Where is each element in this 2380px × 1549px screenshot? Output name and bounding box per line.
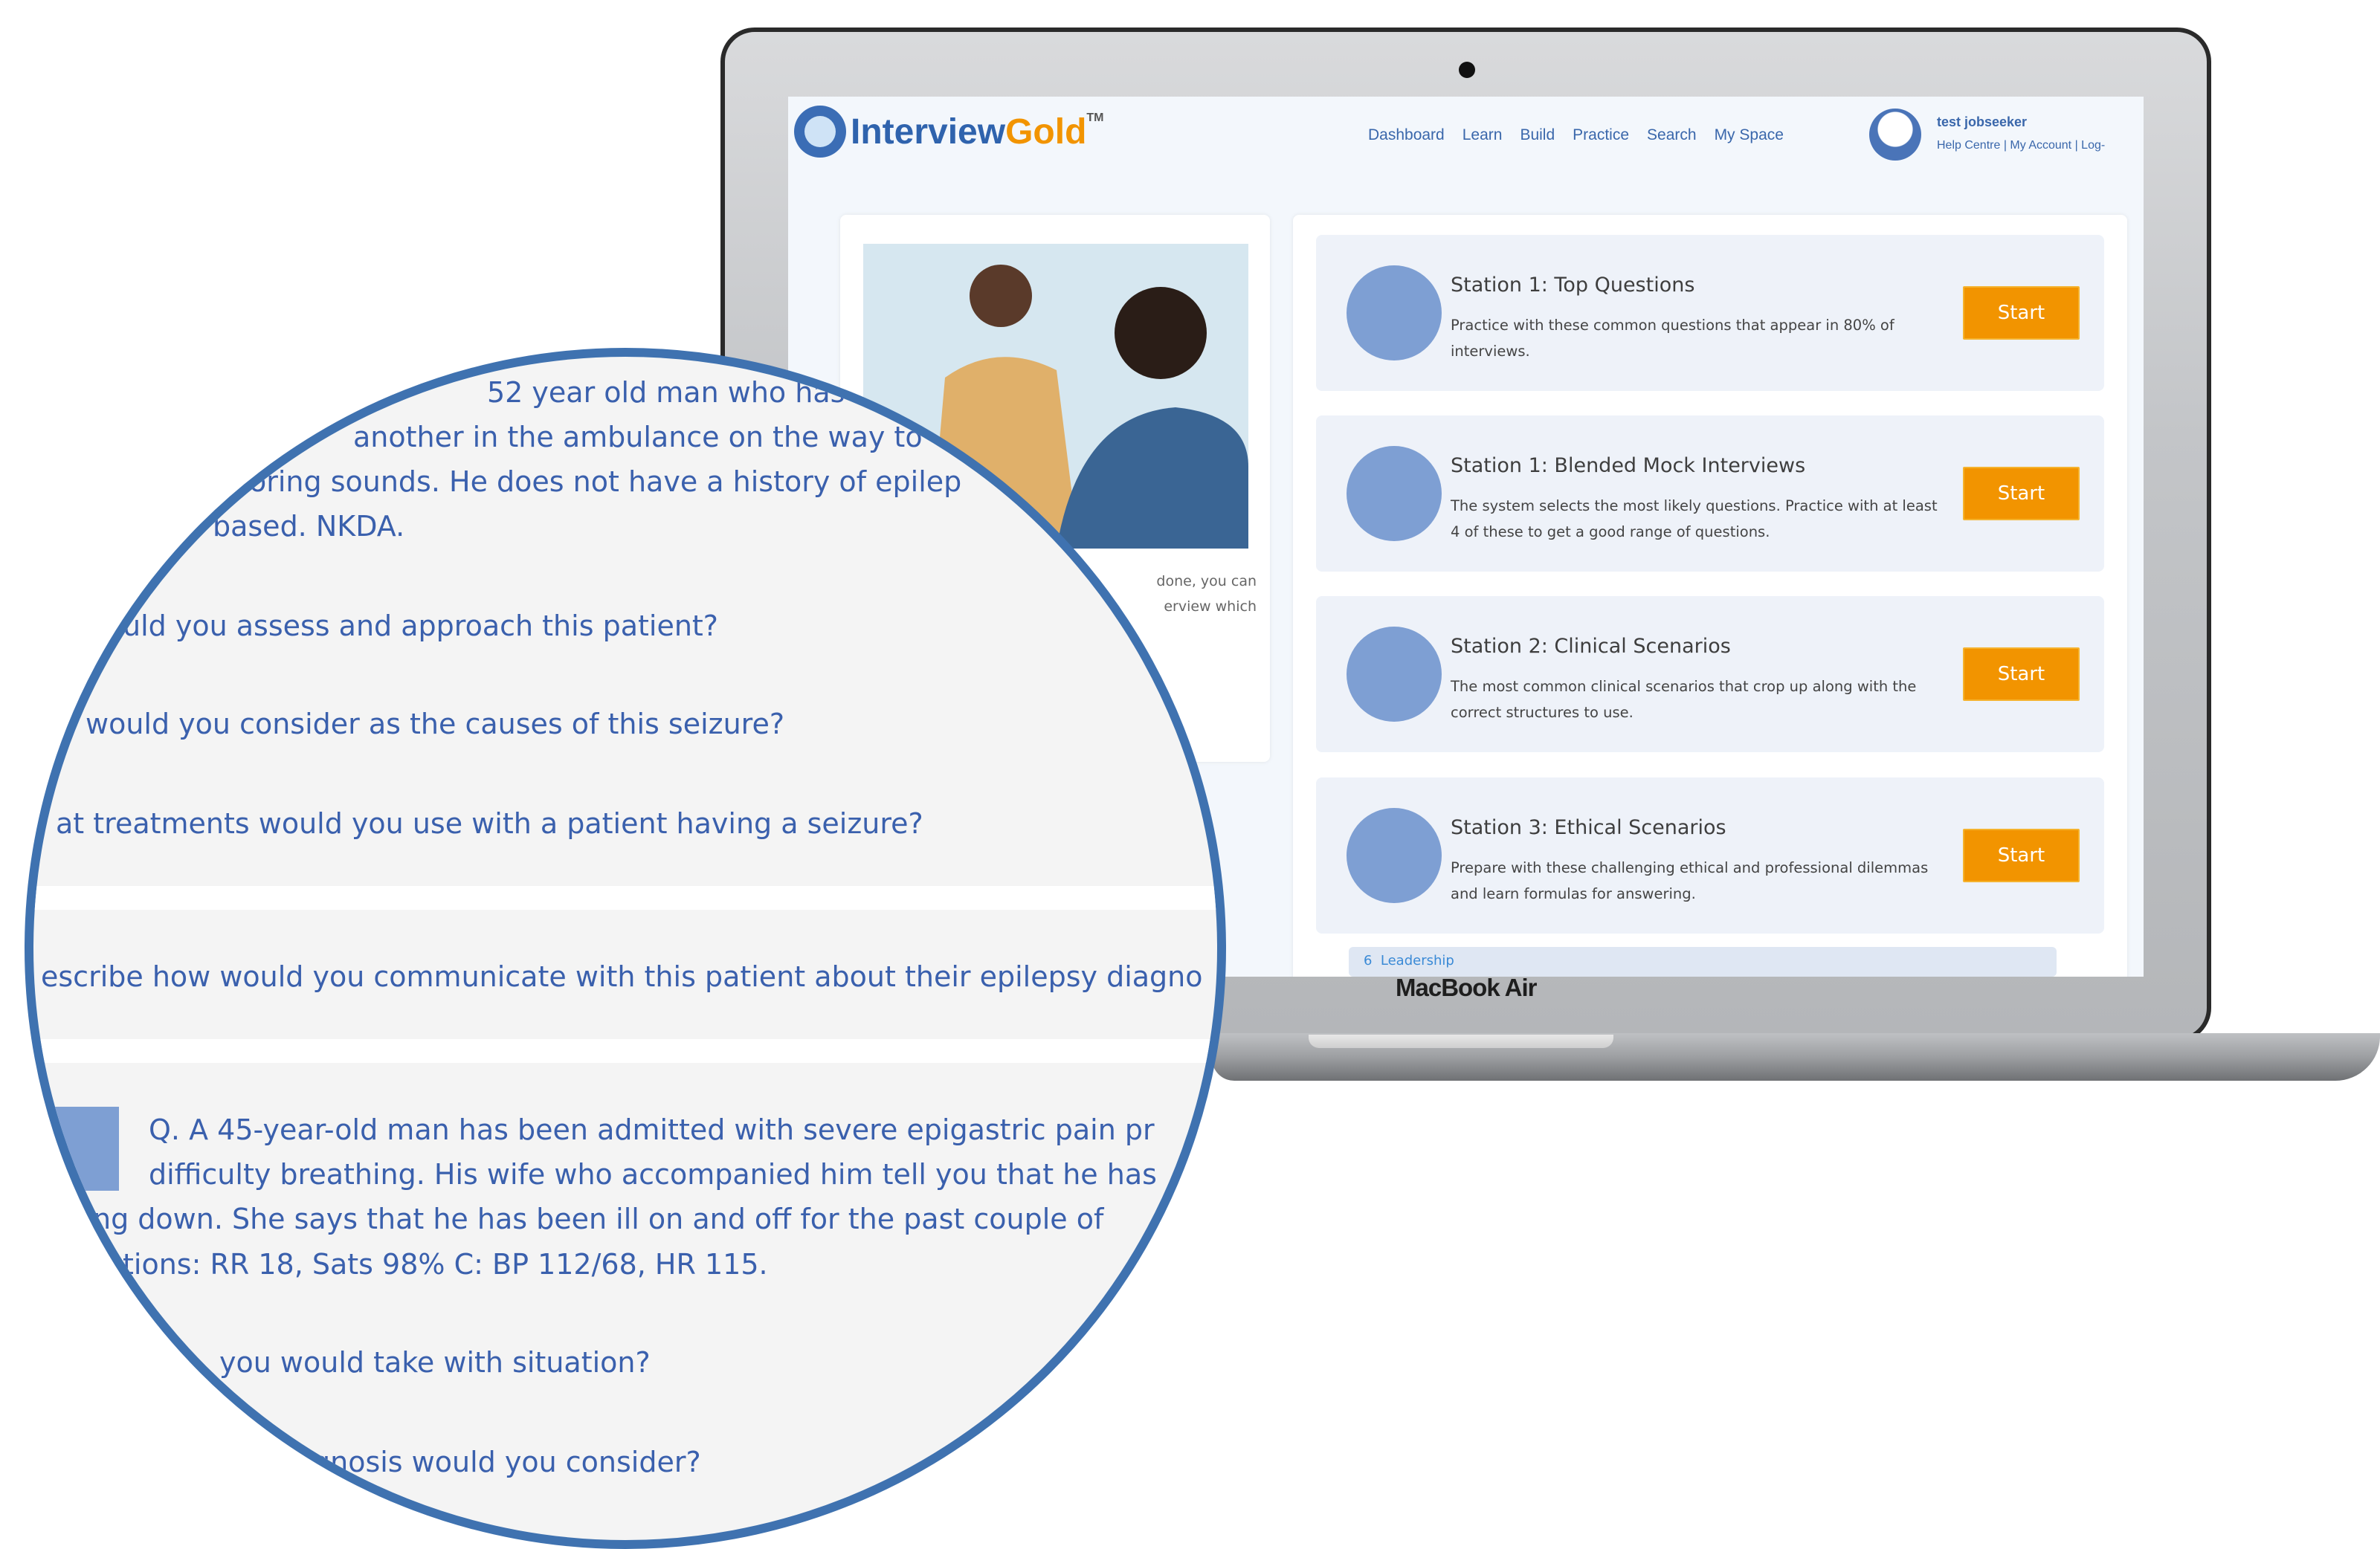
station-title: Station 2: Clinical Scenarios: [1451, 635, 1731, 658]
nav-build[interactable]: Build: [1520, 126, 1555, 144]
trademark: TM: [1086, 111, 1104, 124]
user-links[interactable]: Help Centre | My Account | Log-: [1937, 139, 2105, 152]
question-text: escribe how would you communicate with t…: [41, 960, 1203, 993]
question-text: uld you assess and approach this patient…: [123, 609, 718, 642]
question-text: ter based. NKDA.: [164, 510, 405, 543]
station-description: Prepare with these challenging ethical a…: [1451, 859, 1929, 902]
station-card: Station 2: Clinical Scenarios The most c…: [1316, 596, 2104, 752]
laptop-notch: [1309, 1035, 1613, 1048]
avatar[interactable]: [1869, 109, 1921, 161]
question-text: ng down. She says that he has been ill o…: [93, 1203, 1104, 1235]
chat-bubbles-icon: [1347, 446, 1442, 541]
station-title: Station 3: Ethical Scenarios: [1451, 816, 1726, 839]
question-text: at treatments would you use with a patie…: [56, 807, 923, 840]
nav-practice[interactable]: Practice: [1573, 126, 1629, 144]
question-text: another in the ambulance on the way to: [353, 421, 923, 453]
person-speech-bubble-icon: [1347, 265, 1442, 360]
stations-panel: Station 1: Top Questions Practice with t…: [1293, 215, 2127, 977]
device-label: MacBook Air: [1396, 974, 1537, 1001]
station-title: Station 1: Blended Mock Interviews: [1451, 454, 1806, 477]
question-number-badge: [33, 1107, 119, 1191]
person-speech-bubble-icon: [1347, 808, 1442, 903]
user-menu: test jobseeker Help Centre | My Account …: [1937, 114, 2105, 152]
user-name: test jobseeker: [1937, 114, 2028, 129]
divider: [33, 886, 1217, 910]
logo-text-primary: Interview: [851, 111, 1006, 152]
logo-text-accent: Gold: [1005, 111, 1087, 152]
logo[interactable]: InterviewGoldTM: [794, 106, 1104, 158]
station-description: The system selects the most likely quest…: [1451, 497, 1938, 540]
question-text: difficulty breathing. His wife who accom…: [149, 1158, 1157, 1191]
person-speech-bubble-icon: [1347, 627, 1442, 722]
station-card: Station 1: Top Questions Practice with t…: [1316, 235, 2104, 391]
main-nav: Dashboard Learn Build Practice Search My…: [1368, 126, 1784, 144]
nav-search[interactable]: Search: [1647, 126, 1697, 144]
question-text: tions: RR 18, Sats 98% C: BP 112/68, HR …: [123, 1248, 768, 1281]
question-text: oring sounds. He does not have a history…: [249, 465, 962, 498]
question-text: would you consider as the causes of this…: [86, 708, 784, 740]
logo-icon: [794, 106, 846, 158]
question-text: gnosis would you consider?: [312, 1446, 701, 1478]
question-text: Q. A 45-year-old man has been admitted w…: [149, 1113, 1155, 1146]
station-description: The most common clinical scenarios that …: [1451, 678, 1917, 721]
station-description: Practice with these common questions tha…: [1451, 317, 1894, 360]
question-text: 52 year old man who has: [487, 376, 845, 409]
divider: [33, 1039, 1217, 1063]
station-card: Station 3: Ethical Scenarios Prepare wit…: [1316, 777, 2104, 934]
question-text: you would take with situation?: [219, 1346, 651, 1379]
station-title: Station 1: Top Questions: [1451, 274, 1695, 297]
camera-icon: [1459, 62, 1475, 78]
station-card: Station 1: Blended Mock Interviews The s…: [1316, 415, 2104, 572]
nav-dashboard[interactable]: Dashboard: [1368, 126, 1445, 144]
start-button[interactable]: Start: [1963, 829, 2080, 882]
nav-my-space[interactable]: My Space: [1715, 126, 1784, 144]
nav-learn[interactable]: Learn: [1462, 126, 1503, 144]
magnifier-circle: 52 year old man who has another in the a…: [25, 348, 1226, 1549]
next-station-item[interactable]: 6 Leadership: [1349, 947, 2057, 977]
start-button[interactable]: Start: [1963, 286, 2080, 340]
start-button[interactable]: Start: [1963, 467, 2080, 520]
start-button[interactable]: Start: [1963, 647, 2080, 701]
intro-text-line: done, you can: [1156, 573, 1257, 589]
